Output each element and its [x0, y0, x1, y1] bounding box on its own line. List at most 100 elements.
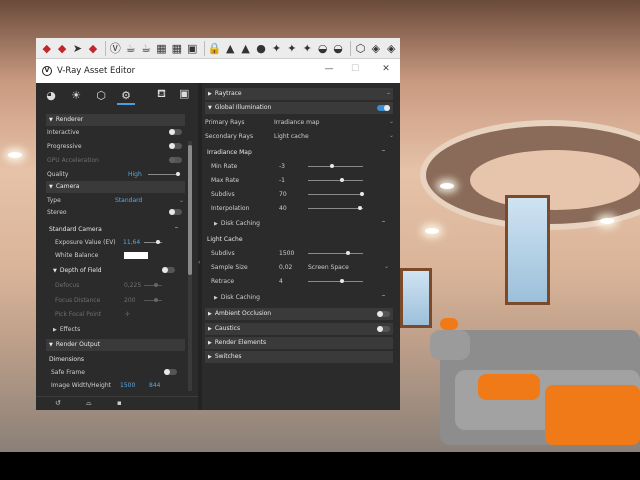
dof-toggle[interactable] [162, 267, 175, 273]
settings-tab-icon[interactable]: ⚙ [117, 87, 135, 105]
dome-icon[interactable]: ◒ [331, 41, 344, 56]
sketchup-toolbar: ◆ ◆ ➤ ◆ Ⓥ ☕ ☕ ▦ ▦ ▣ 🔒 ▲ ▲ ● ✦ ✦ ✦ ◒ ◒ ⬡ ◈ ◈ [36, 38, 400, 59]
scroll-thumb[interactable] [188, 145, 192, 275]
interpolation-slider[interactable] [308, 206, 363, 210]
ao-toggle[interactable] [377, 311, 390, 317]
interpolation-value[interactable]: 40 [279, 205, 287, 212]
image-height-value[interactable]: 844 [149, 382, 160, 389]
collapse-icon[interactable]: ⎯ [382, 147, 385, 155]
retrace-slider[interactable] [308, 279, 363, 283]
render-icon[interactable]: ▦ [170, 41, 183, 56]
lc-disk-caching[interactable]: ▶ Disk Caching [214, 294, 260, 301]
caustics-toggle[interactable] [377, 326, 390, 332]
light-icon[interactable]: ✦ [270, 41, 283, 56]
cap-icon[interactable]: ▲ [224, 41, 237, 56]
image-width-value[interactable]: 1500 [120, 382, 135, 389]
render-elements-header[interactable]: ▶ Render Elements [205, 337, 393, 349]
ruby-icon[interactable]: ◆ [86, 41, 99, 56]
sphere-icon[interactable]: ● [254, 41, 267, 56]
collapse-icon[interactable]: ⎯ [382, 292, 385, 300]
effects-header[interactable]: ▶ Effects [53, 326, 80, 333]
lights-tab-icon[interactable]: ☀ [67, 87, 85, 105]
frame-buffer-icon[interactable]: ▣ [179, 87, 189, 100]
gpu-toggle[interactable] [169, 157, 182, 163]
min-rate-slider[interactable] [308, 164, 363, 168]
geometry-tab-icon[interactable]: ⬡ [92, 87, 110, 105]
irr-disk-caching[interactable]: ▶ Disk Caching [214, 220, 260, 227]
irr-subdivs-value[interactable]: 70 [279, 191, 287, 198]
collapse-icon[interactable]: ⎯ [175, 224, 178, 232]
left-bottom-bar: ↺ ⌓ ▪ [36, 396, 198, 410]
gi-header[interactable]: ▼ Global Illumination [205, 102, 393, 114]
exposure-value[interactable]: 11,64 [123, 239, 140, 246]
pick-focal-label: Pick Focal Point [55, 311, 102, 318]
collapse-icon[interactable]: ⎯ [382, 218, 385, 226]
primary-rays-select[interactable]: Irradiance map [274, 119, 319, 126]
toolbar-separator [104, 40, 106, 56]
ruby-icon[interactable]: ◆ [55, 41, 68, 56]
mesh-icon[interactable]: ⬡ [354, 41, 367, 56]
focus-distance-label: Focus Distance [55, 297, 101, 304]
safe-frame-toggle[interactable] [164, 369, 177, 375]
light-icon[interactable]: ✦ [301, 41, 314, 56]
secondary-rays-select[interactable]: Light cache [274, 133, 309, 140]
sample-size-value[interactable]: 0,02 [279, 264, 292, 271]
render-icon[interactable]: ▦ [155, 41, 168, 56]
chevron-down-icon[interactable]: ⌄ [384, 263, 389, 270]
save-icon[interactable]: ▪ [117, 399, 122, 407]
quality-slider[interactable] [148, 172, 180, 176]
cursor-icon[interactable]: ➤ [71, 41, 84, 56]
open-folder-icon[interactable]: ⌓ [86, 399, 92, 408]
lc-subdivs-value[interactable]: 1500 [279, 250, 294, 257]
render-output-header[interactable]: ▼ Render Output [46, 339, 185, 351]
maximize-button[interactable]: ☐ [348, 64, 362, 74]
quality-value[interactable]: High [128, 171, 142, 178]
left-scrollbar[interactable] [188, 141, 192, 391]
irr-subdivs-slider[interactable] [308, 192, 364, 196]
teapot-icon[interactable]: ☕ [124, 41, 137, 56]
retrace-value[interactable]: 4 [279, 278, 283, 285]
ceiling-light [425, 228, 439, 234]
sample-mode-select[interactable]: Screen Space [308, 264, 349, 271]
ao-header[interactable]: ▶ Ambient Occlusion [205, 308, 393, 320]
layers-icon[interactable]: ◈ [369, 41, 382, 56]
teapot-icon[interactable]: ☕ [139, 41, 152, 56]
minimize-button[interactable]: — [322, 64, 336, 74]
camera-header[interactable]: ▼ Camera [46, 181, 185, 193]
lc-subdivs-slider[interactable] [308, 251, 363, 255]
lock-icon[interactable]: 🔒 [208, 41, 222, 56]
vray-icon[interactable]: Ⓥ [109, 41, 122, 56]
cap-icon[interactable]: ▲ [239, 41, 252, 56]
stereo-toggle[interactable] [169, 209, 182, 215]
max-rate-value[interactable]: -1 [279, 177, 285, 184]
gi-toggle[interactable] [377, 105, 390, 111]
exposure-slider[interactable] [144, 240, 162, 244]
chevron-down-icon[interactable]: ⌄ [179, 197, 184, 204]
frame-icon[interactable]: ▣ [186, 41, 199, 56]
dof-header[interactable]: ▼ Depth of Field [53, 267, 102, 274]
light-icon[interactable]: ✦ [285, 41, 298, 56]
sample-size-label: Sample Size [211, 264, 248, 271]
camera-type-select[interactable]: Standard [115, 197, 142, 204]
renderer-header[interactable]: ▼ Renderer [46, 114, 185, 126]
ruby-icon[interactable]: ◆ [40, 41, 53, 56]
max-rate-slider[interactable] [308, 178, 363, 182]
layers-icon[interactable]: ◈ [385, 41, 398, 56]
switches-header[interactable]: ▶ Switches [205, 351, 393, 363]
teapot-render-icon[interactable]: ⛾ [157, 87, 166, 102]
materials-tab-icon[interactable]: ◕ [42, 87, 60, 105]
crosshair-icon[interactable]: ✛ [125, 311, 130, 318]
reset-icon[interactable]: ↺ [55, 399, 61, 407]
caustics-header[interactable]: ▶ Caustics [205, 323, 393, 335]
progressive-toggle[interactable] [169, 143, 182, 149]
min-rate-value[interactable]: -3 [279, 163, 285, 170]
toolbar-separator [203, 40, 205, 56]
close-button[interactable]: ✕ [379, 64, 393, 74]
raytrace-header[interactable]: ▶ Raytrace ⎯ [205, 88, 393, 100]
chevron-down-icon[interactable]: ⌄ [389, 118, 394, 125]
interactive-toggle[interactable] [169, 129, 182, 135]
chevron-down-icon[interactable]: ⌄ [389, 132, 394, 139]
dome-icon[interactable]: ◒ [316, 41, 329, 56]
light-cache-header: Light Cache [207, 236, 243, 243]
white-balance-swatch[interactable] [124, 252, 148, 259]
